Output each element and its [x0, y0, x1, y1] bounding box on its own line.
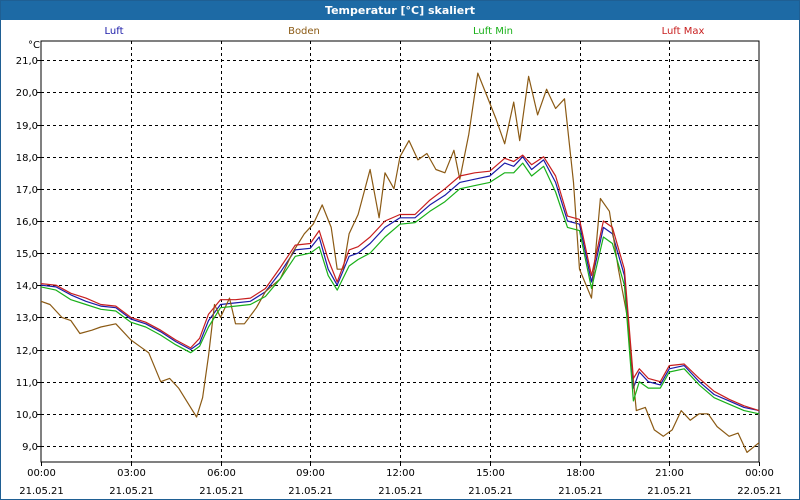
legend-entry-boden: Boden — [288, 26, 320, 37]
x-tick-time-label: 09:00 — [296, 468, 325, 479]
x-tick-date-label: 21.05.21 — [468, 486, 513, 497]
y-tick-label: 11,0 — [16, 378, 38, 389]
x-tick-time-label: 03:00 — [117, 468, 146, 479]
y-tick-label: 14,0 — [16, 281, 38, 292]
y-unit-label: °C — [28, 40, 40, 51]
y-tick-label: 13,0 — [16, 313, 38, 324]
y-tick-label: 19,0 — [16, 121, 38, 132]
x-tick-date-label: 21.05.21 — [288, 486, 333, 497]
x-tick-time-label: 00:00 — [745, 468, 774, 479]
y-tick-label: 18,0 — [16, 153, 38, 164]
legend-entry-luft-max: Luft Max — [662, 26, 705, 37]
y-tick-label: 17,0 — [16, 185, 38, 196]
x-tick-date-label: 21.05.21 — [199, 486, 244, 497]
x-tick-time-label: 12:00 — [386, 468, 415, 479]
y-tick-label: 16,0 — [16, 217, 38, 228]
x-tick-date-label: 21.05.21 — [647, 486, 692, 497]
legend-entry-luft-min: Luft Min — [473, 26, 513, 37]
temperature-chart: 9,0 10,0 11,0 12,0 13,0 14,0 15,0 16,0 17,0 18,0 1… — [16, 26, 782, 497]
x-tick-date-label: 21.05.21 — [378, 486, 423, 497]
legend-entry-luft: Luft — [105, 26, 124, 37]
chart-window: Temperatur [°C] skaliert 9,0 10,0 11,0 12,0… — [0, 0, 800, 500]
x-tick-date-label: 21.05.21 — [19, 486, 64, 497]
y-tick-label: 12,0 — [16, 346, 38, 357]
x-tick-date-label: 21.05.21 — [109, 486, 154, 497]
y-tick-label: 15,0 — [16, 249, 38, 260]
window-title: Temperatur [°C] skaliert — [1, 1, 799, 20]
y-tick-label: 20,0 — [16, 88, 38, 99]
x-tick-date-label: 21.05.21 — [558, 486, 603, 497]
y-tick-label: 21,0 — [16, 56, 38, 67]
y-tick-label: 10,0 — [16, 410, 38, 421]
x-tick-time-label: 15:00 — [476, 468, 505, 479]
x-tick-time-label: 00:00 — [27, 468, 56, 479]
y-tick-label: 9,0 — [22, 442, 38, 453]
x-tick-time-label: 21:00 — [655, 468, 684, 479]
x-tick-time-label: 18:00 — [566, 468, 595, 479]
x-tick-date-label: 22.05.21 — [737, 486, 782, 497]
x-tick-time-label: 06:00 — [207, 468, 236, 479]
